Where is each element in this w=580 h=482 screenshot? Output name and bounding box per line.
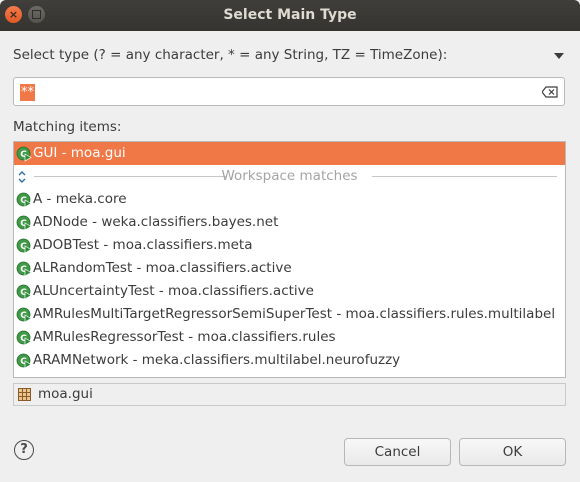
window-title: Select Main Type <box>223 7 357 23</box>
filter-prompt-label: Select type (? = any character, * = any … <box>13 47 448 63</box>
class-with-main-icon: C <box>16 238 32 254</box>
class-with-main-icon: C <box>16 146 32 162</box>
list-item[interactable]: C AMRulesMultiTargetRegressorSemiSuperTe… <box>14 303 565 326</box>
help-button[interactable]: ? <box>14 440 34 460</box>
ok-button[interactable]: OK <box>459 438 566 466</box>
list-item-label: ADNode - weka.classifiers.bayes.net <box>33 214 279 230</box>
list-item-label: AMRulesMultiTargetRegressorSemiSuperTest… <box>33 306 556 322</box>
class-with-main-icon: C <box>16 192 32 208</box>
list-item[interactable]: C ADNode - weka.classifiers.bayes.net <box>14 211 565 234</box>
list-item-label: ARAMNetwork - meka.classifiers.multilabe… <box>33 352 401 368</box>
class-with-main-icon: C <box>16 284 32 300</box>
list-item-label: ALRandomTest - moa.classifiers.active <box>33 260 292 276</box>
type-filter-input[interactable]: ** <box>13 77 565 106</box>
list-item[interactable]: C ADOBTest - moa.classifiers.meta <box>14 234 565 257</box>
list-item-label: AMRulesRegressorTest - moa.classifiers.r… <box>33 329 336 345</box>
list-item-label: A - meka.core <box>33 191 127 207</box>
class-with-main-icon: C <box>16 215 32 231</box>
list-item[interactable]: C ALRandomTest - moa.classifiers.active <box>14 257 565 280</box>
list-item[interactable]: C ALUncertaintyTest - moa.classifiers.ac… <box>14 280 565 303</box>
filter-text[interactable]: ** <box>20 84 35 101</box>
list-item[interactable]: C AMRulesRegressorTest - moa.classifiers… <box>14 326 565 349</box>
separator-label: Workspace matches <box>221 168 358 184</box>
list-item[interactable]: C ARAMNetwork - meka.classifiers.multila… <box>14 349 565 372</box>
matching-items-list[interactable]: C GUI - moa.gui Workspace matches C A - … <box>13 141 566 378</box>
class-with-main-icon: C <box>16 261 32 277</box>
package-name: moa.gui <box>38 386 93 402</box>
cancel-button[interactable]: Cancel <box>344 438 451 466</box>
list-item-selected[interactable]: C GUI - moa.gui <box>14 142 565 165</box>
class-with-main-icon: C <box>16 307 32 323</box>
list-item-label: GUI - moa.gui <box>33 145 126 161</box>
package-icon <box>18 388 31 401</box>
selected-package-status: moa.gui <box>13 383 566 406</box>
title-bar: × Select Main Type <box>0 0 580 31</box>
class-with-main-icon: C <box>16 330 32 346</box>
class-with-main-icon: C <box>16 353 32 369</box>
list-item[interactable]: C A - meka.core <box>14 188 565 211</box>
list-item-label: ADOBTest - moa.classifiers.meta <box>33 237 253 253</box>
view-menu-icon[interactable] <box>554 53 564 59</box>
matching-items-label: Matching items: <box>13 119 122 135</box>
workspace-matches-separator: Workspace matches <box>14 165 565 188</box>
clear-input-icon[interactable] <box>542 86 558 98</box>
list-item-label: ALUncertaintyTest - moa.classifiers.acti… <box>33 283 314 299</box>
